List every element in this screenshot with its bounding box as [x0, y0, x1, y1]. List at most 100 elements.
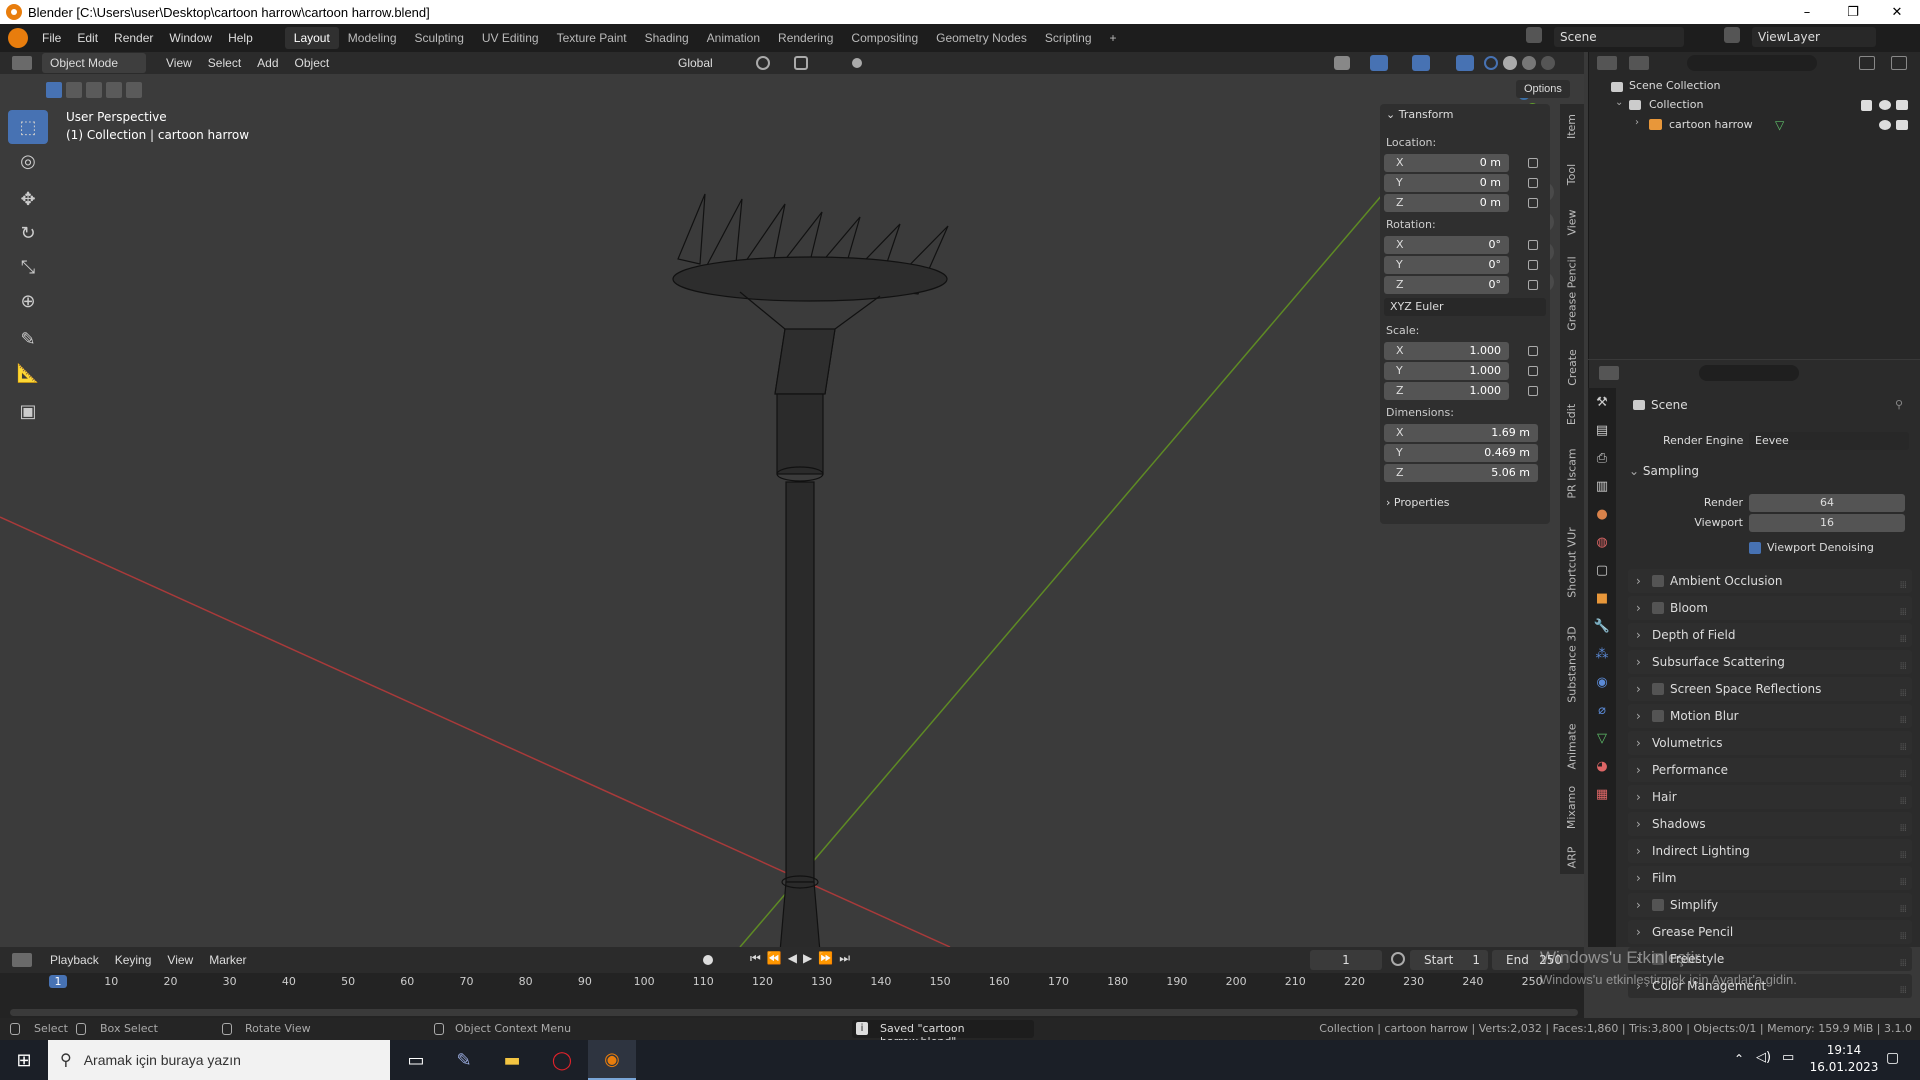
- menu-timeline-view[interactable]: View: [159, 950, 201, 970]
- mode-selector[interactable]: Object Mode: [42, 53, 146, 73]
- volume-icon[interactable]: ◁): [1756, 1050, 1771, 1065]
- options-dropdown[interactable]: Options: [1516, 80, 1570, 98]
- select-intersect-icon[interactable]: [126, 82, 142, 98]
- panel-motion-blur[interactable]: › Motion Blur ⁞⁞⁞: [1628, 704, 1912, 728]
- scene-tab-icon[interactable]: ●: [1588, 500, 1616, 528]
- menu-window[interactable]: Window: [161, 27, 220, 49]
- editor-type-icon[interactable]: [12, 56, 32, 70]
- rendered-shading-icon[interactable]: [1541, 56, 1555, 70]
- tab-layout[interactable]: Layout: [284, 27, 339, 49]
- tab-compositing[interactable]: Compositing: [842, 27, 927, 49]
- file-explorer-icon[interactable]: ▬: [488, 1040, 536, 1080]
- report-banner[interactable]: i Saved "cartoon harrow.blend": [852, 1020, 1034, 1048]
- snap-icon[interactable]: [794, 56, 808, 70]
- lock-icon[interactable]: [1528, 158, 1538, 168]
- rotation-x-field[interactable]: X 0°: [1384, 236, 1509, 254]
- jump-end-icon[interactable]: ⏭: [839, 951, 856, 965]
- lock-icon[interactable]: [1528, 198, 1538, 208]
- camera-render-icon[interactable]: [1896, 120, 1908, 130]
- tab-modeling[interactable]: Modeling: [339, 27, 406, 49]
- dimension-x-field[interactable]: X 1.69 m: [1384, 424, 1538, 442]
- data-tab-icon[interactable]: ▽: [1588, 724, 1616, 752]
- collection-expand-icon[interactable]: ⌄: [1615, 97, 1623, 108]
- tab-texture-paint[interactable]: Texture Paint: [548, 27, 636, 49]
- render-engine-dropdown[interactable]: Eevee: [1749, 432, 1909, 450]
- tab-create[interactable]: Create: [1560, 342, 1584, 392]
- tab-item[interactable]: Item: [1560, 104, 1584, 148]
- tab-mixamo[interactable]: Mixamo: [1560, 778, 1584, 836]
- scene-field[interactable]: Scene: [1554, 27, 1684, 47]
- location-y-field[interactable]: Y 0 m: [1384, 174, 1509, 192]
- clock-icon[interactable]: [1391, 952, 1405, 966]
- tab-shading[interactable]: Shading: [636, 27, 698, 49]
- menu-render[interactable]: Render: [106, 27, 161, 49]
- tab-arp[interactable]: ARP: [1560, 840, 1584, 874]
- scene-selector-icon[interactable]: [1526, 27, 1542, 43]
- ssr-checkbox[interactable]: [1652, 683, 1664, 695]
- properties-search-input[interactable]: [1699, 365, 1799, 381]
- select-set-icon[interactable]: [46, 82, 62, 98]
- windows-start-icon[interactable]: ⊞: [0, 1040, 48, 1080]
- select-extend-icon[interactable]: [66, 82, 82, 98]
- eye-icon[interactable]: [1879, 100, 1891, 110]
- tab-shortcut-vur[interactable]: Shortcut VUr: [1560, 514, 1584, 610]
- timeline-editor-icon[interactable]: [12, 953, 32, 967]
- mesh-data-icon[interactable]: ▽: [1775, 118, 1784, 132]
- notifications-icon[interactable]: ▢: [1886, 1050, 1899, 1066]
- tab-pr-iscam[interactable]: PR Iscam: [1560, 436, 1584, 510]
- viewport-samples-field[interactable]: 16: [1749, 514, 1905, 532]
- collection-tab-icon[interactable]: ▢: [1588, 556, 1616, 584]
- start-frame-field[interactable]: Start 1: [1410, 950, 1488, 970]
- viewport-denoising-checkbox[interactable]: [1749, 542, 1761, 554]
- panel-performance[interactable]: › Performance ⁞⁞⁞: [1628, 758, 1912, 782]
- physics-tab-icon[interactable]: ◉: [1588, 668, 1616, 696]
- wireframe-shading-icon[interactable]: [1484, 56, 1498, 70]
- object-label[interactable]: cartoon harrow: [1669, 118, 1753, 131]
- dimension-z-field[interactable]: Z 5.06 m: [1384, 464, 1538, 482]
- pivot-icon[interactable]: [756, 56, 770, 70]
- tab-tool[interactable]: Tool: [1560, 152, 1584, 196]
- xray-toggle-icon[interactable]: [1456, 55, 1474, 71]
- transform-tool-icon[interactable]: ⊕: [8, 284, 48, 318]
- particles-tab-icon[interactable]: ⁂: [1588, 640, 1616, 668]
- prev-key-icon[interactable]: ⏪: [767, 951, 788, 965]
- select-subtract-icon[interactable]: [86, 82, 102, 98]
- timeline-scrollbar[interactable]: [10, 1009, 1578, 1016]
- tab-edit[interactable]: Edit: [1560, 396, 1584, 432]
- panel-grease-pencil[interactable]: › Grease Pencil ⁞⁞⁞: [1628, 920, 1912, 944]
- tab-geometry-nodes[interactable]: Geometry Nodes: [927, 27, 1036, 49]
- outliner-search-input[interactable]: [1687, 55, 1817, 71]
- menu-add[interactable]: Add: [249, 53, 286, 73]
- scene-collection-label[interactable]: Scene Collection: [1629, 79, 1720, 92]
- transform-header[interactable]: ⌄ Transform: [1386, 108, 1453, 121]
- menu-view[interactable]: View: [158, 53, 200, 73]
- menu-object[interactable]: Object: [287, 53, 338, 73]
- current-frame-marker[interactable]: 1: [49, 975, 67, 988]
- move-tool-icon[interactable]: ✥: [8, 182, 48, 216]
- render-samples-field[interactable]: 64: [1749, 494, 1905, 512]
- taskbar-search-box[interactable]: ⚲ Aramak için buraya yazın: [48, 1040, 390, 1080]
- scale-x-field[interactable]: X 1.000: [1384, 342, 1509, 360]
- tab-animation[interactable]: Animation: [698, 27, 769, 49]
- lock-icon[interactable]: [1528, 280, 1538, 290]
- lock-icon[interactable]: [1528, 260, 1538, 270]
- add-cube-tool-icon[interactable]: ▣: [8, 394, 48, 428]
- scale-y-field[interactable]: Y 1.000: [1384, 362, 1509, 380]
- collection-label[interactable]: Collection: [1649, 98, 1703, 111]
- outliner-editor-icon[interactable]: [1597, 56, 1617, 70]
- tool-settings-tab-icon[interactable]: ⚒: [1588, 388, 1616, 416]
- sampling-header[interactable]: ⌄ Sampling: [1629, 460, 1913, 482]
- orientation-selector[interactable]: Global: [670, 53, 721, 73]
- lock-icon[interactable]: [1528, 386, 1538, 396]
- annotate-tool-icon[interactable]: ✎: [8, 322, 48, 356]
- rotation-mode-dropdown[interactable]: XYZ Euler: [1384, 298, 1546, 316]
- camera-render-icon[interactable]: [1896, 100, 1908, 110]
- viewlayer-selector-icon[interactable]: [1724, 27, 1740, 43]
- material-tab-icon[interactable]: ◕: [1588, 752, 1616, 780]
- bloom-checkbox[interactable]: [1652, 602, 1664, 614]
- rotation-y-field[interactable]: Y 0°: [1384, 256, 1509, 274]
- menu-marker[interactable]: Marker: [201, 950, 254, 970]
- view-layer-tab-icon[interactable]: ▥: [1588, 472, 1616, 500]
- select-invert-icon[interactable]: [106, 82, 122, 98]
- tab-animate[interactable]: Animate: [1560, 718, 1584, 774]
